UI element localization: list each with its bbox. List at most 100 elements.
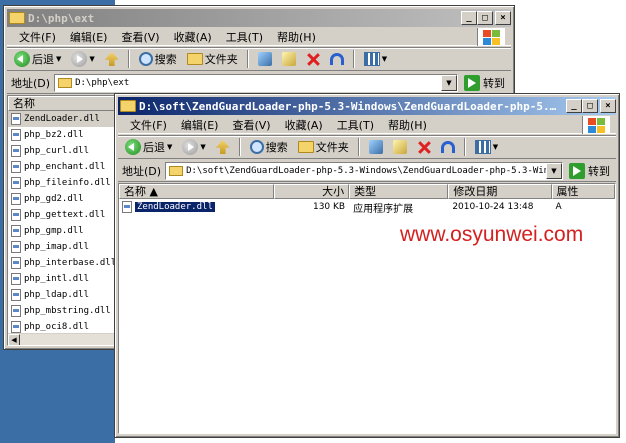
forward-arrow-icon bbox=[71, 51, 88, 67]
address-input[interactable]: D:\php\ext ▼ bbox=[54, 73, 458, 92]
folder-icon bbox=[9, 12, 25, 24]
address-dropdown-button[interactable]: ▼ bbox=[441, 74, 457, 91]
dll-file-icon bbox=[11, 113, 21, 125]
go-arrow-icon bbox=[569, 162, 585, 179]
menu-tools[interactable]: 工具(T) bbox=[331, 117, 380, 133]
menu-help[interactable]: 帮助(H) bbox=[382, 117, 433, 133]
column-header-name[interactable]: 名称 ▲ bbox=[119, 184, 274, 199]
forward-button[interactable]: ▼ bbox=[179, 139, 208, 155]
close-button[interactable]: × bbox=[600, 99, 616, 113]
explorer-window-zendguardloader: D:\soft\ZendGuardLoader-php-5.3-Windows\… bbox=[114, 93, 620, 438]
dll-file-icon bbox=[11, 209, 21, 221]
back-button[interactable]: 后退 ▼ bbox=[122, 139, 175, 155]
file-name: php_gmp.dll bbox=[24, 226, 84, 236]
minimize-button[interactable]: _ bbox=[461, 11, 477, 25]
toolbar-separator bbox=[127, 50, 130, 68]
address-bar: 地址(D) D:\php\ext ▼ 转到 bbox=[7, 72, 511, 94]
address-dropdown-button[interactable]: ▼ bbox=[546, 162, 562, 179]
title-bar[interactable]: D:\php\ext _ □ × bbox=[7, 9, 511, 27]
watermark-text: www.osyunwei.com bbox=[400, 223, 584, 246]
menu-edit[interactable]: 编辑(E) bbox=[175, 117, 225, 133]
column-header-size[interactable]: 大小 bbox=[273, 184, 350, 199]
window-title: D:\soft\ZendGuardLoader-php-5.3-Windows\… bbox=[139, 99, 562, 113]
dll-file-icon bbox=[11, 161, 21, 173]
menu-favorites[interactable]: 收藏(A) bbox=[168, 29, 218, 45]
toolbar-separator bbox=[463, 138, 466, 156]
toolbar-separator bbox=[246, 50, 249, 68]
maximize-button[interactable]: □ bbox=[477, 11, 493, 25]
folder-icon bbox=[58, 77, 73, 88]
folders-button[interactable]: 文件夹 bbox=[184, 51, 241, 67]
dll-file-icon bbox=[11, 257, 21, 269]
search-button[interactable]: 搜索 bbox=[247, 139, 291, 155]
copy-to-icon bbox=[392, 140, 407, 154]
back-button[interactable]: 后退 ▼ bbox=[11, 51, 64, 67]
move-to-button[interactable] bbox=[255, 52, 275, 66]
dll-file-icon bbox=[11, 273, 21, 285]
copy-to-button[interactable] bbox=[279, 52, 299, 66]
up-folder-button[interactable] bbox=[213, 140, 233, 154]
menu-bar: 文件(F) 编辑(E) 查看(V) 收藏(A) 工具(T) 帮助(H) bbox=[118, 116, 616, 134]
menu-view[interactable]: 查看(V) bbox=[226, 117, 276, 133]
maximize-button[interactable]: □ bbox=[582, 99, 598, 113]
dll-file-icon bbox=[11, 289, 21, 301]
folders-button[interactable]: 文件夹 bbox=[295, 139, 352, 155]
search-icon bbox=[138, 52, 153, 66]
search-button[interactable]: 搜索 bbox=[136, 51, 180, 67]
go-button[interactable]: 转到 bbox=[462, 74, 511, 91]
file-name: php_gd2.dll bbox=[24, 194, 84, 204]
dll-file-icon bbox=[11, 177, 21, 189]
column-header-attributes[interactable]: 属性 bbox=[551, 184, 615, 199]
minimize-button[interactable]: _ bbox=[566, 99, 582, 113]
menu-tools[interactable]: 工具(T) bbox=[220, 29, 269, 45]
delete-button[interactable] bbox=[303, 52, 323, 66]
file-name: php_enchant.dll bbox=[24, 162, 106, 172]
views-button[interactable]: ▼ bbox=[361, 52, 390, 66]
copy-to-button[interactable] bbox=[390, 140, 410, 154]
views-button[interactable]: ▼ bbox=[472, 140, 501, 154]
dll-file-icon bbox=[11, 129, 21, 141]
toolbar-separator bbox=[352, 50, 355, 68]
file-size: 130 KB bbox=[312, 202, 346, 212]
title-bar[interactable]: D:\soft\ZendGuardLoader-php-5.3-Windows\… bbox=[118, 97, 616, 115]
windows-logo-icon bbox=[582, 116, 610, 134]
column-header-modified[interactable]: 修改日期 bbox=[448, 184, 552, 199]
list-item[interactable]: ZendLoader.dll 130 KB 应用程序扩展 2010-10-24 … bbox=[119, 199, 615, 215]
file-name: php_curl.dll bbox=[24, 146, 90, 156]
menu-view[interactable]: 查看(V) bbox=[115, 29, 165, 45]
forward-arrow-icon bbox=[182, 139, 199, 155]
address-bar: 地址(D) D:\soft\ZendGuardLoader-php-5.3-Wi… bbox=[118, 160, 616, 182]
folder-icon bbox=[120, 100, 136, 112]
menu-file[interactable]: 文件(F) bbox=[13, 29, 62, 45]
column-header-type[interactable]: 类型 bbox=[349, 184, 449, 199]
menu-favorites[interactable]: 收藏(A) bbox=[279, 117, 329, 133]
delete-button[interactable] bbox=[414, 140, 434, 154]
undo-button[interactable] bbox=[327, 53, 347, 65]
menu-help[interactable]: 帮助(H) bbox=[271, 29, 322, 45]
undo-icon bbox=[329, 53, 344, 65]
toolbar: 后退 ▼ ▼ 搜索 文件夹 ▼ bbox=[118, 135, 616, 159]
forward-button[interactable]: ▼ bbox=[68, 51, 97, 67]
close-button[interactable]: × bbox=[495, 11, 511, 25]
up-folder-button[interactable] bbox=[102, 52, 122, 66]
folders-icon bbox=[186, 53, 203, 65]
address-label: 地址(D) bbox=[11, 76, 51, 90]
menu-bar: 文件(F) 编辑(E) 查看(V) 收藏(A) 工具(T) 帮助(H) bbox=[7, 28, 511, 46]
dll-file-icon bbox=[11, 241, 21, 253]
file-modified: 2010-10-24 13:48 bbox=[452, 202, 534, 212]
scroll-left-button[interactable]: ◀ bbox=[8, 334, 20, 345]
menu-edit[interactable]: 编辑(E) bbox=[64, 29, 114, 45]
undo-button[interactable] bbox=[438, 141, 458, 153]
go-arrow-icon bbox=[464, 74, 480, 91]
move-to-button[interactable] bbox=[366, 140, 386, 154]
back-arrow-icon bbox=[125, 139, 141, 155]
address-input[interactable]: D:\soft\ZendGuardLoader-php-5.3-Windows\… bbox=[165, 161, 563, 180]
toolbar-separator bbox=[357, 138, 360, 156]
folders-icon bbox=[297, 141, 314, 153]
file-name: php_interbase.dll bbox=[24, 258, 117, 268]
menu-file[interactable]: 文件(F) bbox=[124, 117, 173, 133]
go-button[interactable]: 转到 bbox=[567, 162, 616, 179]
folder-icon bbox=[169, 165, 184, 176]
file-list[interactable]: 名称 ▲ 大小 类型 修改日期 属性 ZendLoader.dll 130 KB… bbox=[118, 183, 616, 434]
move-to-icon bbox=[257, 52, 272, 66]
